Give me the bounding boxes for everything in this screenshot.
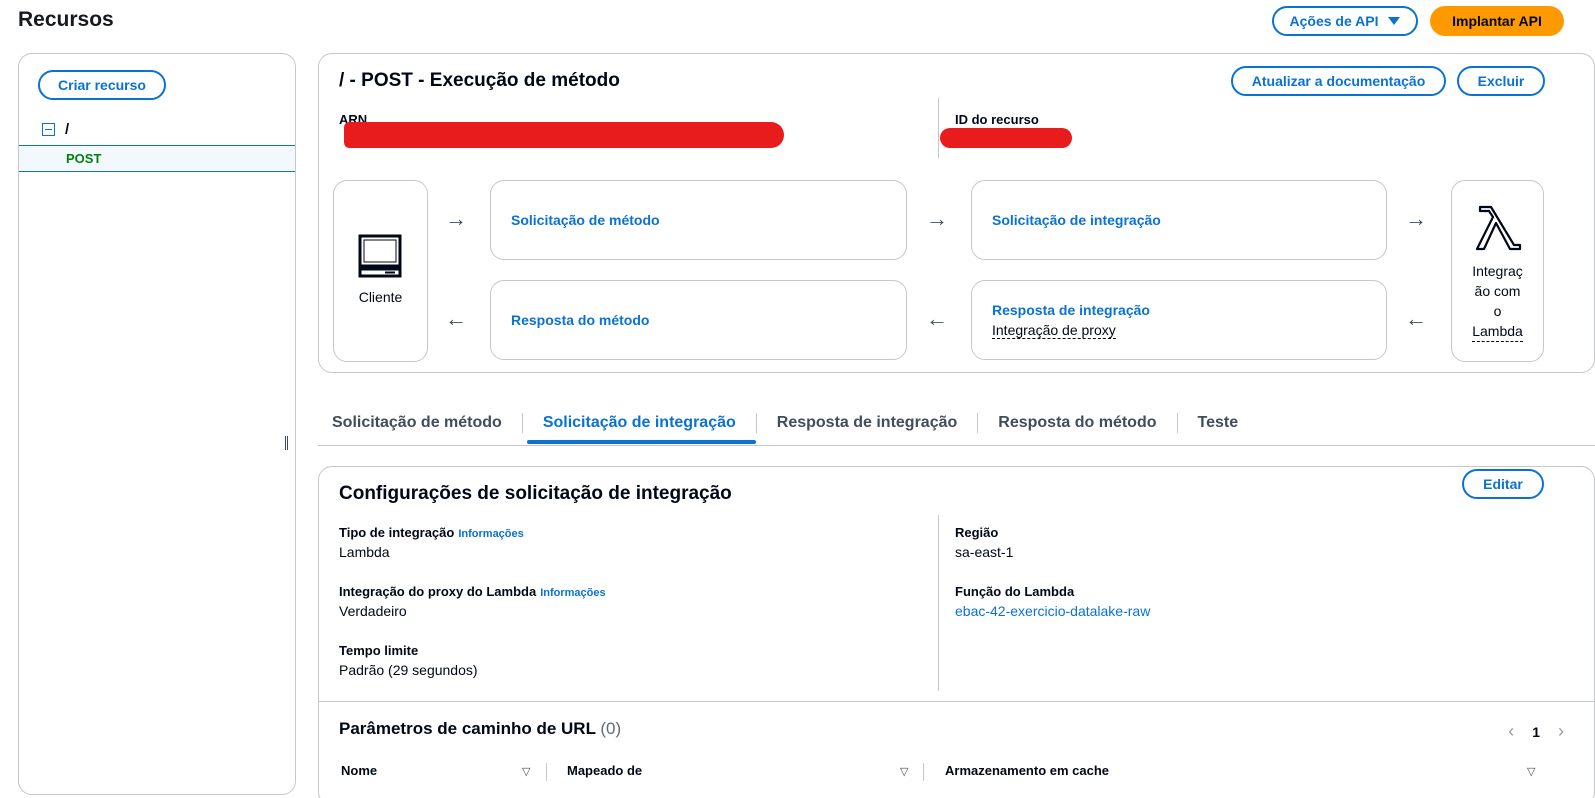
create-resource-button[interactable]: Criar recurso	[38, 70, 166, 100]
update-docs-button[interactable]: Atualizar a documentação	[1231, 66, 1446, 96]
config-divider	[938, 515, 939, 691]
client-label: Cliente	[358, 289, 403, 305]
client-box: Cliente	[333, 180, 428, 362]
arrow-right-icon: →	[445, 206, 467, 231]
deploy-api-button[interactable]: Implantar API	[1430, 6, 1564, 36]
region-label: Região	[955, 525, 999, 540]
edit-button[interactable]: Editar	[1462, 469, 1544, 499]
proxy-label-text: Integração do proxy do Lambda	[339, 584, 537, 599]
method-execution-panel: / - POST - Execução de método Atualizar …	[318, 53, 1595, 373]
resource-id-label: ID do recurso	[955, 112, 1039, 127]
arrow-left-icon: ←	[445, 306, 467, 331]
lambda-box: Integraç ão com o Lambda	[1451, 180, 1544, 362]
tree-root-label: /	[65, 121, 70, 138]
method-title: / - POST - Execução de método	[339, 70, 620, 91]
chevron-left-icon[interactable]: ‹	[1508, 721, 1514, 742]
page-number[interactable]: 1	[1532, 724, 1540, 740]
column-header-name[interactable]: Nome	[341, 763, 377, 778]
delete-button[interactable]: Excluir	[1457, 66, 1545, 96]
sort-icon[interactable]: ▽	[1527, 765, 1535, 778]
column-separator	[923, 763, 924, 781]
timeout-value: Padrão (29 segundos)	[339, 662, 478, 678]
integration-response-box[interactable]: Resposta de integração Integração de pro…	[971, 280, 1387, 360]
tree-item-post-label: POST	[66, 151, 102, 166]
lambda-label-line: ão com	[1474, 283, 1521, 299]
lambda-label-line: Integraç	[1472, 263, 1523, 279]
resources-panel: Criar recurso / POST	[18, 53, 296, 795]
arrow-left-icon: ←	[926, 306, 948, 331]
integration-type-value: Lambda	[339, 544, 390, 560]
proxy-label: Integração do proxy do Lambda Informações	[339, 584, 606, 599]
method-request-box[interactable]: Solicitação de método	[490, 180, 907, 260]
deploy-api-label: Implantar API	[1452, 13, 1542, 29]
caret-down-icon	[1388, 17, 1401, 25]
delete-label: Excluir	[1477, 73, 1525, 89]
sort-icon[interactable]: ▽	[900, 765, 908, 778]
header-divider	[938, 98, 939, 158]
api-actions-label: Ações de API	[1289, 13, 1379, 29]
chevron-right-icon[interactable]: ›	[1558, 721, 1564, 742]
arrow-right-icon: →	[926, 206, 948, 231]
region-value: sa-east-1	[955, 544, 1014, 560]
arrow-right-icon: →	[1405, 206, 1427, 231]
integration-type-label: Tipo de integração Informações	[339, 525, 524, 540]
sort-icon[interactable]: ▽	[522, 765, 530, 778]
collapse-icon[interactable]	[42, 123, 55, 136]
integration-type-label-text: Tipo de integração	[339, 525, 455, 540]
panel-resize-handle[interactable]	[285, 436, 288, 450]
integration-request-link[interactable]: Solicitação de integração	[992, 212, 1161, 228]
lambda-icon	[1475, 205, 1522, 251]
active-tab-indicator	[527, 440, 756, 444]
update-docs-label: Atualizar a documentação	[1251, 73, 1426, 89]
proxy-integration-text[interactable]: Integração de proxy	[992, 322, 1116, 339]
tree-root[interactable]: /	[42, 121, 69, 138]
lambda-label-link[interactable]: Lambda	[1472, 321, 1523, 342]
column-header-mapped-from[interactable]: Mapeado de	[567, 763, 642, 778]
tab-test[interactable]: Teste	[1176, 412, 1259, 433]
method-tabs: Solicitação de método Solicitação de int…	[318, 400, 1595, 446]
arn-redaction	[344, 122, 784, 148]
page-title: Recursos	[18, 8, 114, 31]
timeout-label: Tempo limite	[339, 643, 419, 658]
method-request-link[interactable]: Solicitação de método	[511, 212, 660, 228]
url-params-title: Parâmetros de caminho de URL (0)	[339, 719, 621, 739]
integration-request-box[interactable]: Solicitação de integração	[971, 180, 1387, 260]
info-link[interactable]: Informações	[458, 528, 523, 540]
pagination: ‹ 1 ›	[1508, 721, 1564, 742]
lambda-function-link[interactable]: ebac-42-exercicio-datalake-raw	[955, 603, 1150, 619]
resource-id-redaction	[940, 128, 1072, 148]
create-resource-label: Criar recurso	[58, 77, 146, 93]
proxy-value: Verdadeiro	[339, 603, 407, 619]
monitor-icon	[358, 234, 402, 278]
config-title: Configurações de solicitação de integraç…	[339, 483, 732, 504]
lambda-integration-label: Integraç ão com o Lambda	[1452, 261, 1543, 342]
method-response-link[interactable]: Resposta do método	[511, 312, 649, 328]
integration-settings-panel: Configurações de solicitação de integraç…	[318, 466, 1595, 798]
api-actions-button[interactable]: Ações de API	[1272, 6, 1418, 36]
column-separator	[546, 763, 547, 781]
arrow-left-icon: ←	[1405, 306, 1427, 331]
tab-method-response[interactable]: Resposta do método	[977, 412, 1176, 433]
url-params-count: (0)	[600, 719, 622, 738]
info-link[interactable]: Informações	[540, 587, 605, 599]
edit-label: Editar	[1483, 476, 1523, 492]
url-params-title-text: Parâmetros de caminho de URL	[339, 719, 596, 738]
lambda-function-label: Função do Lambda	[955, 584, 1075, 599]
section-divider	[319, 701, 1594, 702]
lambda-label-line: o	[1493, 303, 1502, 319]
tab-method-request[interactable]: Solicitação de método	[318, 413, 522, 433]
tab-integration-response[interactable]: Resposta de integração	[755, 412, 978, 433]
tab-integration-request[interactable]: Solicitação de integração	[521, 412, 756, 433]
column-header-caching[interactable]: Armazenamento em cache	[945, 763, 1109, 778]
tree-item-post[interactable]: POST	[19, 145, 295, 172]
integration-response-link[interactable]: Resposta de integração	[992, 302, 1150, 318]
method-response-box[interactable]: Resposta do método	[490, 280, 907, 360]
